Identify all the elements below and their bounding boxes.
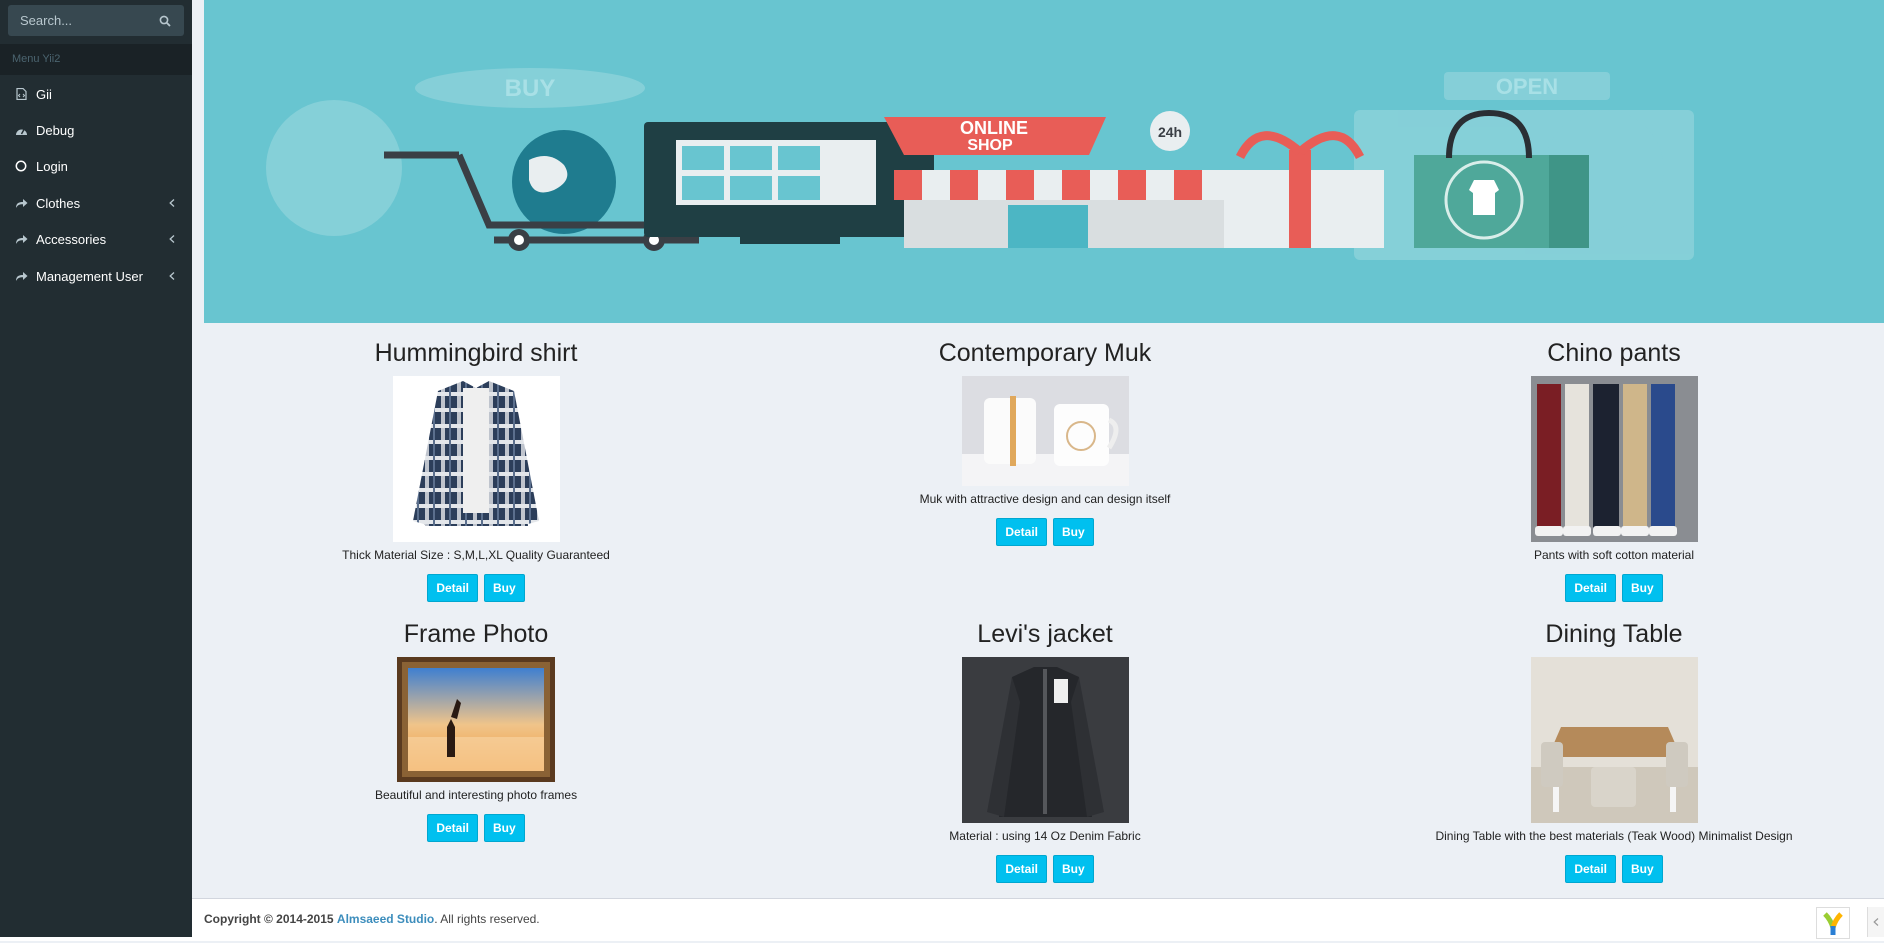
product-actions: Detail Buy	[795, 855, 1295, 883]
search-input[interactable]	[8, 5, 160, 36]
studio-link[interactable]: Almsaeed Studio	[337, 912, 434, 926]
product-description: Muk with attractive design and can desig…	[919, 492, 1171, 506]
open-sign-text: OPEN	[1496, 74, 1558, 99]
detail-button[interactable]: Detail	[427, 574, 478, 602]
sidebar-search	[8, 5, 184, 36]
toolbar-toggle-tab[interactable]	[1867, 907, 1884, 937]
detail-button[interactable]: Detail	[1565, 574, 1616, 602]
online-sign-text-1: ONLINE	[960, 118, 1028, 138]
product-actions: Detail Buy	[1364, 574, 1864, 602]
product-image-frame[interactable]	[397, 657, 555, 782]
sidebar-item-gii[interactable]: Gii	[0, 76, 192, 112]
file-code-icon	[14, 88, 28, 100]
sidebar-item-debug[interactable]: Debug	[0, 112, 192, 148]
product-card: Dining Table Dining Table with the best …	[1364, 619, 1864, 883]
buy-button[interactable]: Buy	[1053, 518, 1094, 546]
sidebar-item-label: Gii	[36, 86, 52, 102]
product-description: Thick Material Size : S,M,L,XL Quality G…	[342, 548, 610, 562]
chevron-left-icon	[166, 199, 178, 207]
shirt-image	[412, 381, 539, 526]
product-image-dining-table[interactable]	[1530, 657, 1698, 823]
product-description: Pants with soft cotton material	[1533, 548, 1695, 562]
product-actions: Detail Buy	[226, 574, 726, 602]
online-shop-illustration: BUY OPEN ONLINE SHOP 24h	[266, 68, 1694, 260]
product-card: Chino pants Pants with soft cotton mater…	[1364, 338, 1864, 602]
chevron-left-icon	[166, 235, 178, 243]
product-title: Hummingbird shirt	[374, 339, 578, 367]
online-sign-text-2: SHOP	[967, 137, 1013, 154]
sidebar: Menu Yii2 Gii Debug Login Clothes Access…	[0, 0, 192, 941]
dining-table-image	[1530, 657, 1698, 823]
sidebar-item-accessories[interactable]: Accessories	[0, 221, 192, 257]
product-description: Material : using 14 Oz Denim Fabric	[949, 829, 1141, 843]
footer-copyright: Copyright © 2014-2015 Almsaeed Studio. A…	[204, 912, 540, 926]
product-title: Levi's jacket	[977, 620, 1113, 648]
product-title: Dining Table	[1545, 620, 1683, 648]
product-title: Contemporary Muk	[938, 339, 1152, 367]
share-icon	[14, 198, 28, 209]
sidebar-item-label: Debug	[36, 122, 75, 138]
footer: Copyright © 2014-2015 Almsaeed Studio. A…	[192, 898, 1884, 941]
pants-image	[1530, 376, 1698, 542]
search-icon	[159, 15, 171, 27]
copyright-text: Copyright © 2014-2015	[204, 912, 334, 926]
product-description: Beautiful and interesting photo frames	[374, 788, 578, 802]
product-actions: Detail Buy	[795, 518, 1295, 546]
product-image-jacket[interactable]	[961, 657, 1129, 823]
24h-sign-text: 24h	[1158, 124, 1182, 140]
sidebar-bottom-edge	[0, 937, 192, 941]
share-icon	[14, 234, 28, 245]
detail-button[interactable]: Detail	[996, 855, 1047, 883]
jacket-image	[961, 657, 1129, 823]
product-card: Hummingbird shirt Thick Material Size : …	[226, 338, 726, 602]
mug-image	[961, 376, 1129, 486]
product-actions: Detail Buy	[1364, 855, 1864, 883]
product-image-shirt[interactable]	[392, 376, 560, 542]
online-shop-banner: BUY OPEN ONLINE SHOP 24h	[204, 0, 1884, 323]
detail-button[interactable]: Detail	[427, 814, 478, 842]
buy-button[interactable]: Buy	[1622, 855, 1663, 883]
buy-sign-text: BUY	[505, 75, 556, 102]
menu-header: Menu Yii2	[0, 44, 192, 75]
sidebar-item-label: Accessories	[36, 231, 107, 247]
product-title: Chino pants	[1547, 339, 1681, 367]
product-actions: Detail Buy	[226, 814, 726, 842]
buy-button[interactable]: Buy	[484, 814, 525, 842]
yii-logo-icon	[1823, 912, 1843, 935]
sidebar-item-clothes[interactable]: Clothes	[0, 185, 192, 221]
buy-button[interactable]: Buy	[484, 574, 525, 602]
dashboard-icon	[14, 125, 28, 136]
sidebar-item-login[interactable]: Login	[0, 148, 192, 184]
sidebar-item-label: Management User	[36, 268, 143, 284]
sidebar-item-label: Clothes	[36, 195, 81, 211]
buy-button[interactable]: Buy	[1622, 574, 1663, 602]
product-title: Frame Photo	[403, 620, 549, 648]
circle-icon	[14, 160, 28, 172]
search-button[interactable]	[150, 5, 180, 36]
detail-button[interactable]: Detail	[1565, 855, 1616, 883]
sidebar-item-management-user[interactable]: Management User	[0, 258, 192, 294]
product-card: Levi's jacket Material : using 14 Oz Den…	[795, 619, 1295, 883]
chevron-left-icon	[1873, 918, 1879, 926]
sidebar-item-label: Login	[36, 158, 68, 174]
buy-button[interactable]: Buy	[1053, 855, 1094, 883]
frame-image	[397, 657, 555, 782]
product-description: Dining Table with the best materials (Te…	[1435, 829, 1793, 843]
product-image-pants[interactable]	[1530, 376, 1698, 542]
product-image-mug[interactable]	[961, 376, 1129, 486]
chevron-left-icon	[166, 272, 178, 280]
share-icon	[14, 271, 28, 282]
product-card: Contemporary Muk Muk with attractive des…	[795, 338, 1295, 546]
rights-text: . All rights reserved.	[434, 912, 540, 926]
detail-button[interactable]: Detail	[996, 518, 1047, 546]
product-card: Frame Photo Beautiful and interesting ph…	[226, 619, 726, 842]
yii-debug-toolbar-button[interactable]	[1816, 907, 1850, 939]
